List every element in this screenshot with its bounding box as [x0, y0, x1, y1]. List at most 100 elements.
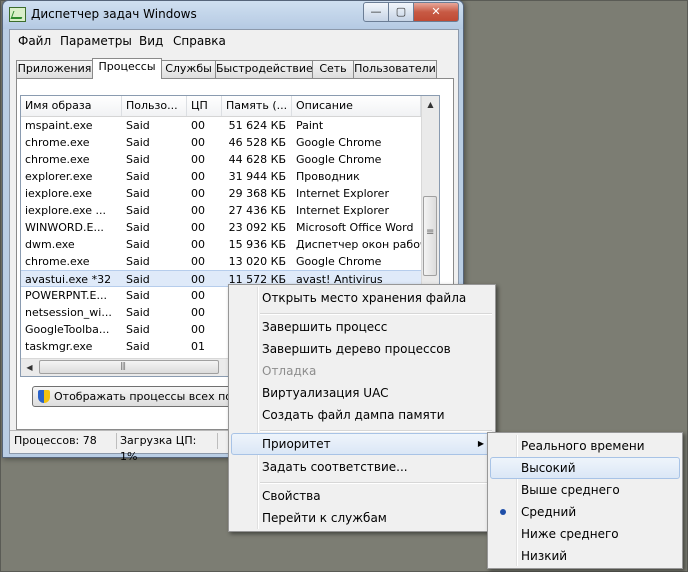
menu-uac-virtualization[interactable]: Виртуализация UAC	[231, 382, 493, 404]
cell-description: Google Chrome	[296, 136, 382, 149]
vertical-scroll-thumb[interactable]	[423, 196, 437, 276]
cell-cpu: 00	[191, 323, 205, 336]
cell-user: Said	[126, 204, 150, 217]
tab-services[interactable]: Службы	[161, 60, 216, 78]
menu-view[interactable]: Вид	[139, 34, 163, 48]
priority-above-normal[interactable]: Выше среднего	[490, 479, 680, 501]
menu-create-dump-file[interactable]: Создать файл дампа памяти	[231, 404, 493, 426]
cell-image-name: POWERPNT.E...	[25, 289, 107, 302]
cell-user: Said	[126, 119, 150, 132]
cell-image-name: iexplore.exe ...	[25, 204, 106, 217]
table-row[interactable]: mspaint.exe Said 00 51 624 КБ Paint	[21, 117, 421, 134]
priority-high[interactable]: Высокий	[490, 457, 680, 479]
cell-memory: 31 944 КБ	[228, 170, 286, 183]
task-manager-icon	[9, 7, 26, 22]
menu-open-file-location[interactable]: Открыть место хранения файла	[231, 287, 493, 309]
cell-image-name: mspaint.exe	[25, 119, 93, 132]
cell-cpu: 00	[191, 306, 205, 319]
cell-user: Said	[126, 255, 150, 268]
menu-set-affinity[interactable]: Задать соответствие...	[231, 456, 493, 478]
column-memory[interactable]: Память (...	[222, 96, 292, 116]
status-processes: Процессов: 78	[12, 433, 117, 449]
cell-cpu: 00	[191, 136, 205, 149]
cell-description: Paint	[296, 119, 324, 132]
cell-image-name: taskmgr.exe	[25, 340, 93, 353]
cell-image-name: WINWORD.E...	[25, 221, 104, 234]
cell-description: Microsoft Office Word	[296, 221, 414, 234]
cell-description: Internet Explorer	[296, 187, 389, 200]
cell-memory: 46 528 КБ	[228, 136, 286, 149]
cell-image-name: avastui.exe *32	[25, 273, 112, 286]
table-row[interactable]: chrome.exe Said 00 44 628 КБ Google Chrome	[21, 151, 421, 168]
table-row[interactable]: dwm.exe Said 00 15 936 КБ Диспетчер окон раб…	[21, 236, 421, 253]
menu-end-process[interactable]: Завершить процесс	[231, 316, 493, 338]
cell-cpu: 00	[191, 238, 205, 251]
priority-realtime[interactable]: Реального времени	[490, 435, 680, 457]
cell-user: Said	[126, 273, 150, 286]
menu-priority[interactable]: Приоритет ▶	[231, 433, 493, 455]
show-all-users-button[interactable]: Отображать процессы всех польз	[32, 386, 251, 407]
tab-users[interactable]: Пользователи	[353, 60, 437, 78]
cell-image-name: netsession_wi...	[25, 306, 112, 319]
menu-end-process-tree[interactable]: Завершить дерево процессов	[231, 338, 493, 360]
cell-image-name: chrome.exe	[25, 136, 90, 149]
priority-below-normal[interactable]: Ниже среднего	[490, 523, 680, 545]
show-all-users-label: Отображать процессы всех польз	[54, 390, 252, 403]
menu-help[interactable]: Справка	[173, 34, 226, 48]
priority-submenu: Реального времени Высокий Выше среднего …	[487, 432, 683, 569]
cell-description: Internet Explorer	[296, 204, 389, 217]
cell-description: Диспетчер окон рабочег	[296, 238, 421, 251]
column-description[interactable]: Описание	[292, 96, 421, 116]
list-header: Имя образа Пользо... ЦП Память (... Опис…	[21, 96, 421, 117]
cell-image-name: GoogleToolba...	[25, 323, 110, 336]
menu-separator	[260, 313, 492, 315]
close-button[interactable]: ✕	[413, 2, 459, 22]
cell-cpu: 01	[191, 340, 205, 353]
column-cpu[interactable]: ЦП	[187, 96, 222, 116]
table-row[interactable]: chrome.exe Said 00 46 528 КБ Google Chrome	[21, 134, 421, 151]
maximize-button[interactable]: ▢	[388, 2, 414, 22]
cell-image-name: iexplore.exe	[25, 187, 92, 200]
table-row[interactable]: chrome.exe Said 00 13 020 КБ Google Chrome	[21, 253, 421, 270]
menu-separator	[260, 482, 492, 484]
table-row[interactable]: iexplore.exe ... Said 00 27 436 КБ Internet …	[21, 202, 421, 219]
scroll-up-icon[interactable]: ▲	[422, 96, 439, 113]
horizontal-scroll-thumb[interactable]	[39, 360, 219, 374]
menu-separator	[260, 430, 492, 432]
minimize-button[interactable]: —	[363, 2, 389, 22]
priority-low[interactable]: Низкий	[490, 545, 680, 567]
cell-user: Said	[126, 136, 150, 149]
title-bar[interactable]: Диспетчер задач Windows — ▢ ✕	[3, 1, 463, 29]
menu-options[interactable]: Параметры	[60, 34, 132, 48]
cell-description: Google Chrome	[296, 255, 382, 268]
cell-user: Said	[126, 221, 150, 234]
scroll-left-icon[interactable]: ◀	[21, 359, 38, 376]
cell-cpu: 00	[191, 153, 205, 166]
tab-network[interactable]: Сеть	[312, 60, 354, 78]
tab-applications[interactable]: Приложения	[16, 60, 93, 78]
table-row[interactable]: iexplore.exe Said 00 29 368 КБ Internet Expl…	[21, 185, 421, 202]
cell-memory: 13 020 КБ	[228, 255, 286, 268]
menu-file[interactable]: Файл	[18, 34, 51, 48]
priority-normal[interactable]: Средний	[490, 501, 680, 523]
column-image-name[interactable]: Имя образа	[21, 96, 122, 116]
status-cpu: Загрузка ЦП: 1%	[118, 433, 218, 463]
uac-shield-icon	[38, 390, 50, 403]
column-user[interactable]: Пользо...	[122, 96, 187, 116]
cell-cpu: 00	[191, 255, 205, 268]
cell-memory: 44 628 КБ	[228, 153, 286, 166]
cell-image-name: dwm.exe	[25, 238, 75, 251]
tab-performance[interactable]: Быстродействие	[215, 60, 313, 78]
table-row[interactable]: explorer.exe Said 00 31 944 КБ Проводник	[21, 168, 421, 185]
cell-cpu: 00	[191, 119, 205, 132]
cell-image-name: chrome.exe	[25, 153, 90, 166]
menu-go-to-services[interactable]: Перейти к службам	[231, 507, 493, 529]
cell-description: Проводник	[296, 170, 360, 183]
table-row[interactable]: WINWORD.E... Said 00 23 092 КБ Microsoft Off…	[21, 219, 421, 236]
cell-memory: 29 368 КБ	[228, 187, 286, 200]
cell-cpu: 00	[191, 221, 205, 234]
cell-user: Said	[126, 340, 150, 353]
cell-memory: 23 092 КБ	[228, 221, 286, 234]
menu-properties[interactable]: Свойства	[231, 485, 493, 507]
tab-processes[interactable]: Процессы	[92, 58, 162, 79]
